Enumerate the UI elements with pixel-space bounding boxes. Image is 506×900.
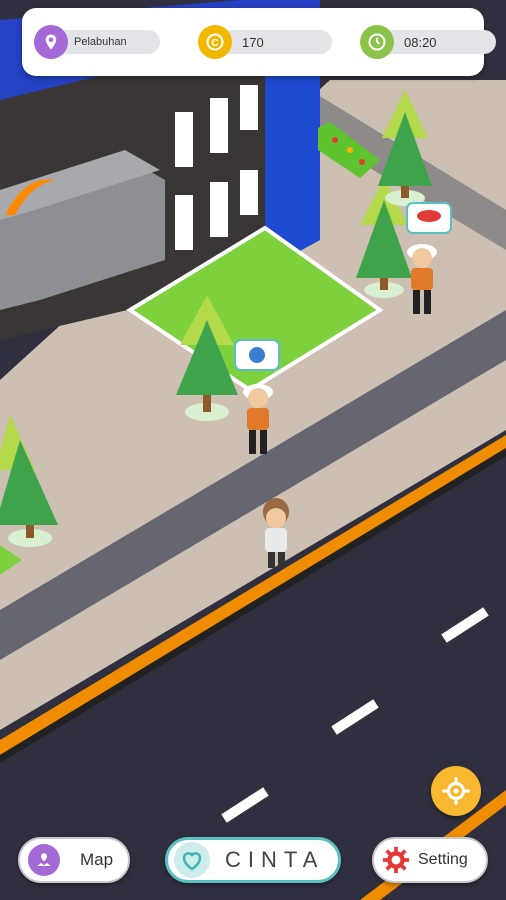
heart-icon: [174, 842, 210, 878]
map-label: Map: [80, 850, 114, 869]
coin-stat[interactable]: C 170: [198, 25, 332, 59]
location-pin-icon: [34, 25, 68, 59]
setting-button[interactable]: Setting: [372, 837, 488, 883]
coin-icon: C: [198, 25, 232, 59]
location-stat[interactable]: Pelabuhan: [34, 25, 160, 59]
svg-text:C: C: [211, 38, 218, 49]
time-stat[interactable]: 08:20: [360, 25, 496, 59]
setting-label: Setting: [418, 851, 468, 868]
cinta-label: CINTA: [225, 847, 325, 872]
locate-button[interactable]: [431, 766, 481, 816]
time-value: 08:20: [376, 30, 496, 54]
cinta-button[interactable]: CINTA: [165, 837, 341, 883]
gear-icon: [380, 844, 412, 876]
map-button[interactable]: Map: [18, 837, 130, 883]
crosshair-icon: [442, 777, 470, 805]
top-hud: Pelabuhan C 170 08:20: [22, 8, 496, 76]
map-icon: [28, 844, 60, 876]
clock-icon: [360, 25, 394, 59]
game-scene[interactable]: [0, 0, 506, 900]
